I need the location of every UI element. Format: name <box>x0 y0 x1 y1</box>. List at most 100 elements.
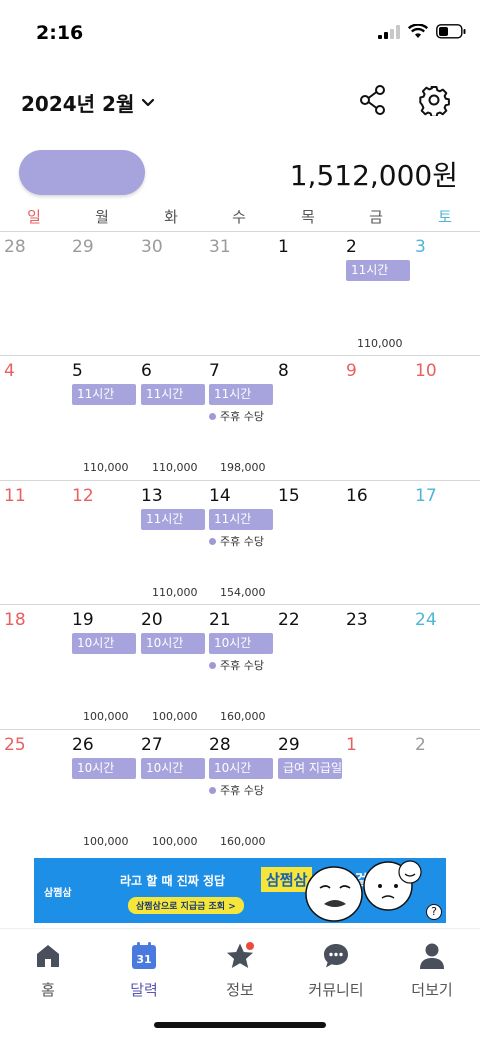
day-number[interactable]: 28 <box>4 237 26 257</box>
tab-calendar[interactable]: 31 달력 <box>96 941 192 1000</box>
daily-pay-amount: 100,000 <box>152 710 198 723</box>
daily-pay-amount: 198,000 <box>220 461 266 474</box>
weekday-sun: 일 <box>27 208 41 226</box>
day-number[interactable]: 7 <box>209 361 220 381</box>
allowance-note: 주휴 수당 <box>209 782 264 798</box>
month-title: 2024년 2월 <box>21 92 135 116</box>
day-number[interactable]: 29 <box>278 735 300 755</box>
tab-community-label: 커뮤니티 <box>308 981 364 999</box>
day-number[interactable]: 13 <box>141 486 163 506</box>
weekday-header: 일 월 화 수 목 금 토 <box>0 206 480 230</box>
shift-tag[interactable]: 10시간 <box>72 633 136 654</box>
status-time: 2:16 <box>36 22 84 44</box>
tab-community[interactable]: 커뮤니티 <box>288 941 384 1000</box>
day-number[interactable]: 26 <box>72 735 94 755</box>
day-number[interactable]: 15 <box>278 486 300 506</box>
grid-line <box>0 604 480 605</box>
day-number[interactable]: 2 <box>346 237 357 257</box>
shift-tag[interactable]: 10시간 <box>141 633 205 654</box>
shift-tag[interactable]: 11시간 <box>209 384 273 405</box>
shift-tag[interactable]: 11시간 <box>141 509 205 530</box>
daily-pay-amount: 100,000 <box>83 710 129 723</box>
shift-tag[interactable]: 급여 지급일 <box>278 758 342 779</box>
daily-pay-amount: 100,000 <box>152 835 198 848</box>
shift-tag[interactable]: 11시간 <box>72 384 136 405</box>
day-number[interactable]: 20 <box>141 610 163 630</box>
weekday-thu: 목 <box>301 208 315 226</box>
day-number[interactable]: 3 <box>415 237 426 257</box>
daily-pay-amount: 154,000 <box>220 586 266 599</box>
weekday-mon: 월 <box>95 208 109 226</box>
day-number[interactable]: 9 <box>346 361 357 381</box>
day-number[interactable]: 14 <box>209 486 231 506</box>
person-icon <box>420 943 444 969</box>
day-number[interactable]: 27 <box>141 735 163 755</box>
star-icon <box>227 942 254 968</box>
day-number[interactable]: 16 <box>346 486 368 506</box>
weekday-tue: 화 <box>164 208 178 226</box>
shift-tag[interactable]: 10시간 <box>72 758 136 779</box>
allowance-label: 주휴 수당 <box>220 535 264 548</box>
ad-cta-button[interactable]: 삼쩜삼으로 지급금 조회 > <box>128 897 244 914</box>
tab-home[interactable]: 홈 <box>0 941 96 1000</box>
ad-illustration <box>305 860 422 922</box>
daily-pay-amount: 160,000 <box>220 835 266 848</box>
day-number[interactable]: 6 <box>141 361 152 381</box>
daily-pay-amount: 110,000 <box>357 337 403 350</box>
shift-tag[interactable]: 11시간 <box>141 384 205 405</box>
profile-pill[interactable] <box>19 150 145 195</box>
settings-button[interactable] <box>418 84 450 118</box>
share-icon <box>360 85 385 115</box>
grid-line <box>0 231 480 232</box>
allowance-dot <box>209 662 216 669</box>
day-number[interactable]: 21 <box>209 610 231 630</box>
day-number[interactable]: 17 <box>415 486 437 506</box>
day-number[interactable]: 29 <box>72 237 94 257</box>
wifi-icon <box>408 24 428 38</box>
shift-tag[interactable]: 10시간 <box>141 758 205 779</box>
daily-pay-amount: 110,000 <box>83 461 129 474</box>
share-button[interactable] <box>358 84 388 116</box>
day-number[interactable]: 24 <box>415 610 437 630</box>
day-number[interactable]: 4 <box>4 361 15 381</box>
day-number[interactable]: 1 <box>346 735 357 755</box>
day-number[interactable]: 30 <box>141 237 163 257</box>
tab-more[interactable]: 더보기 <box>384 941 480 1000</box>
day-number[interactable]: 18 <box>4 610 26 630</box>
day-number[interactable]: 19 <box>72 610 94 630</box>
day-number[interactable]: 10 <box>415 361 437 381</box>
day-number[interactable]: 28 <box>209 735 231 755</box>
day-number[interactable]: 12 <box>72 486 94 506</box>
monthly-total: 1,512,000원 <box>289 159 458 192</box>
tab-info[interactable]: 정보 <box>192 941 288 1000</box>
notification-dot <box>246 942 254 950</box>
shift-tag[interactable]: 11시간 <box>346 260 410 281</box>
grid-line <box>0 480 480 481</box>
ad-info-icon[interactable]: ? <box>426 904 442 920</box>
allowance-note: 주휴 수당 <box>209 408 264 424</box>
shift-tag[interactable]: 10시간 <box>209 758 273 779</box>
day-number[interactable]: 1 <box>278 237 289 257</box>
shift-tag[interactable]: 10시간 <box>209 633 273 654</box>
day-number[interactable]: 23 <box>346 610 368 630</box>
ad-headline: 라고 할 때 진짜 정답 <box>120 874 226 888</box>
grid-line <box>0 355 480 356</box>
daily-pay-amount: 160,000 <box>220 710 266 723</box>
day-number[interactable]: 25 <box>4 735 26 755</box>
allowance-dot <box>209 538 216 545</box>
daily-pay-amount: 110,000 <box>152 461 198 474</box>
day-number[interactable]: 11 <box>4 486 26 506</box>
allowance-dot <box>209 787 216 794</box>
signal-icon <box>378 24 400 39</box>
day-number[interactable]: 2 <box>415 735 426 755</box>
day-number[interactable]: 31 <box>209 237 231 257</box>
calendar-icon-date: 31 <box>136 953 151 966</box>
month-selector[interactable]: 2024년 2월 <box>21 88 156 117</box>
day-number[interactable]: 8 <box>278 361 289 381</box>
weekday-sat: 토 <box>438 208 452 226</box>
ad-banner[interactable]: 삼쩜삼 라고 할 때 진짜 정답 삼쩜삼 할 걸 삼쩜삼으로 지급금 조회 > … <box>34 858 446 923</box>
home-indicator <box>154 1022 326 1028</box>
day-number[interactable]: 5 <box>72 361 83 381</box>
day-number[interactable]: 22 <box>278 610 300 630</box>
shift-tag[interactable]: 11시간 <box>209 509 273 530</box>
